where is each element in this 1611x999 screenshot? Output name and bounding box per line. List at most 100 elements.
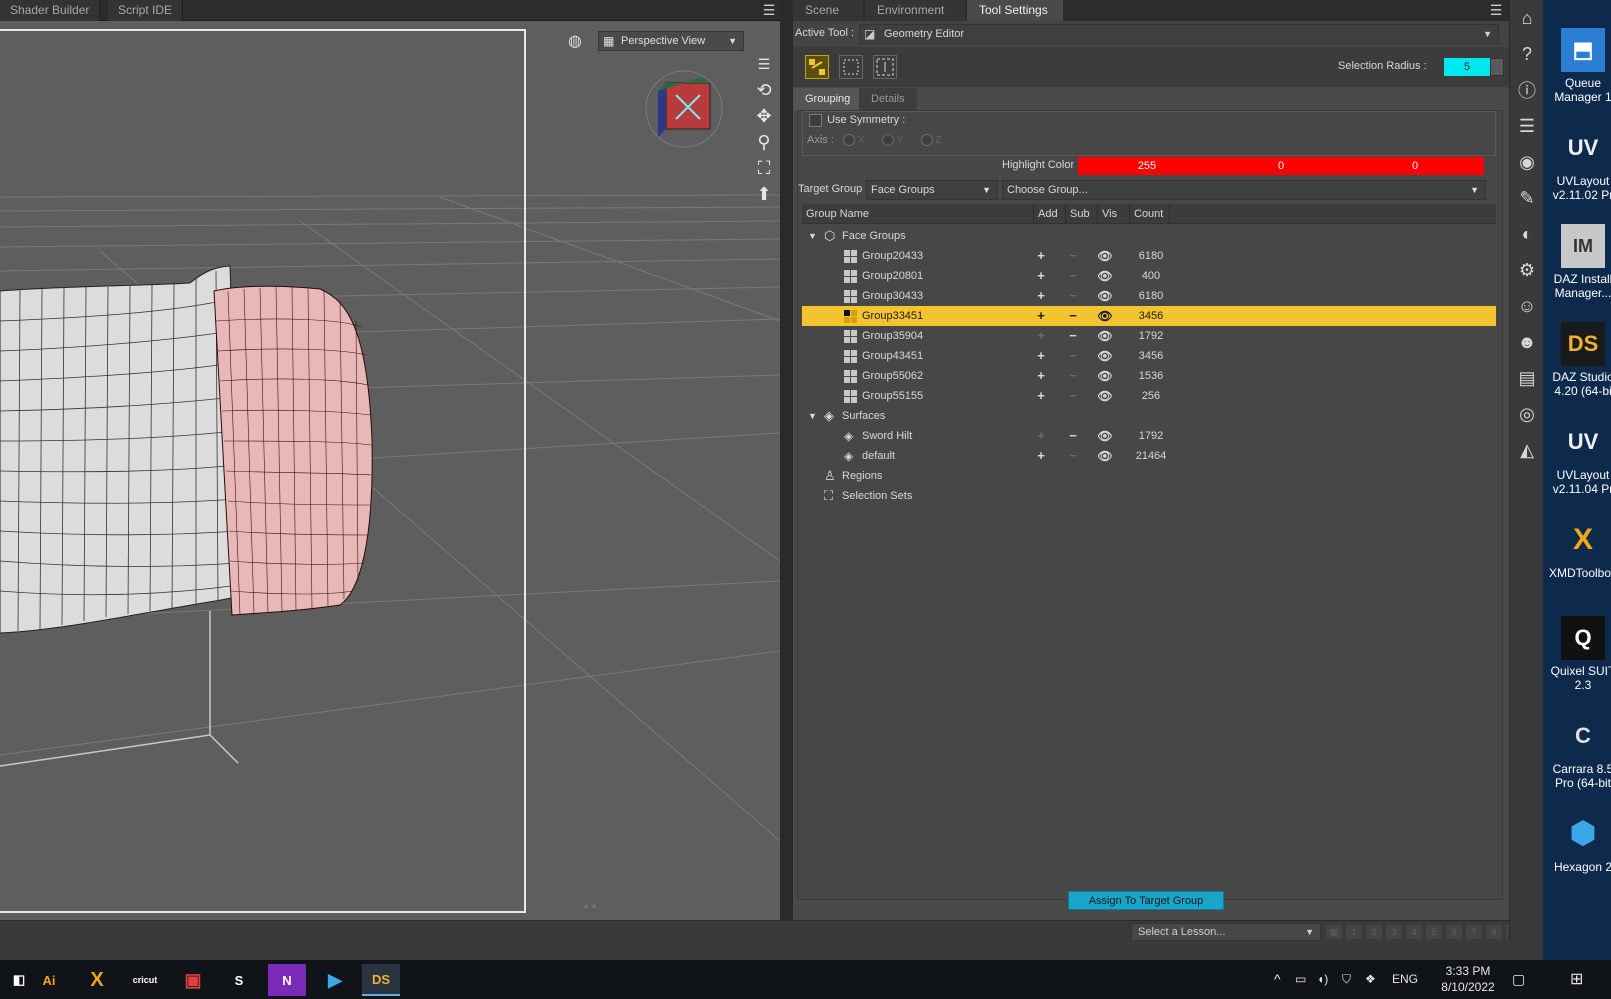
add-icon[interactable]: +: [1026, 386, 1056, 406]
sub-icon[interactable]: −: [1058, 266, 1088, 286]
frame-icon[interactable]: ⛶: [752, 155, 776, 181]
daz-studio-taskbar-icon[interactable]: DS: [362, 964, 400, 996]
view-select[interactable]: ▦ Perspective View ▼: [598, 31, 744, 51]
highlight-green[interactable]: 0: [1212, 157, 1350, 175]
brush-icon[interactable]: ✎: [1510, 180, 1544, 216]
tree-node-selection-sets[interactable]: ⛶ Selection Sets: [802, 486, 1496, 506]
sub-icon[interactable]: −: [1058, 386, 1088, 406]
orbit-icon[interactable]: ⟲: [752, 77, 776, 103]
cricut-icon[interactable]: cricut: [126, 964, 164, 996]
eye-icon[interactable]: 👁: [1090, 266, 1120, 286]
video-app-icon[interactable]: ▶: [316, 964, 354, 996]
assign-to-target-group-button[interactable]: Assign To Target Group: [1068, 891, 1224, 910]
desktop-icon-daz-install-manager[interactable]: IM DAZ Install Manager...: [1543, 224, 1611, 300]
security-icon[interactable]: ⛉: [1342, 960, 1351, 999]
sub-icon[interactable]: −: [1058, 326, 1088, 346]
pane-splitter[interactable]: [780, 0, 793, 920]
add-icon[interactable]: +: [1026, 346, 1056, 366]
eye-icon[interactable]: 👁: [1090, 246, 1120, 266]
posing-icon[interactable]: ☺: [1510, 288, 1544, 324]
axis-z-radio[interactable]: [920, 134, 933, 147]
volume-icon[interactable]: ◖): [1317, 960, 1328, 999]
slider-icon[interactable]: [1490, 58, 1504, 76]
lesson-step-4[interactable]: 4: [1405, 924, 1423, 940]
add-icon[interactable]: +: [1026, 286, 1056, 306]
desktop-icon-queue-manager[interactable]: ⬒ Queue Manager 1: [1543, 28, 1611, 104]
tree-node-surfaces[interactable]: ▼ ◈ Surfaces: [802, 406, 1496, 426]
menu-icon[interactable]: ☰: [760, 1, 778, 19]
eye-icon[interactable]: 👁: [1090, 346, 1120, 366]
clock[interactable]: 3:33 PM 8/10/2022: [1436, 963, 1500, 995]
sub-icon[interactable]: −: [1058, 366, 1088, 386]
menu-icon[interactable]: ☰: [752, 51, 776, 77]
table-row[interactable]: Group35904 + − 👁 1792: [802, 326, 1496, 346]
use-symmetry-checkbox[interactable]: [809, 114, 822, 127]
table-row[interactable]: Group20801 + − 👁 400: [802, 266, 1496, 286]
table-row[interactable]: Group55155 + − 👁 256: [802, 386, 1496, 406]
lesson-step-5[interactable]: 5: [1425, 924, 1443, 940]
tree-node-regions[interactable]: ♙ Regions: [802, 466, 1496, 486]
help-icon[interactable]: ⓘ: [1510, 72, 1544, 108]
tab-script-ide[interactable]: Script IDE: [108, 0, 184, 21]
content-icon[interactable]: ◭: [1510, 432, 1544, 468]
lesson-step-1[interactable]: 1: [1345, 924, 1363, 940]
lesson-select[interactable]: Select a Lesson... ▼: [1131, 923, 1321, 941]
col-group-name[interactable]: Group Name: [802, 204, 1034, 224]
lesson-step-3[interactable]: 3: [1385, 924, 1403, 940]
add-icon[interactable]: +: [1026, 246, 1056, 266]
zoom-icon[interactable]: ⚲: [752, 129, 776, 155]
view-cube[interactable]: [645, 70, 723, 148]
lesson-step-8[interactable]: 8: [1485, 924, 1503, 940]
eye-icon[interactable]: 👁: [1090, 326, 1120, 346]
col-count[interactable]: Count: [1130, 204, 1170, 224]
add-icon[interactable]: +: [1026, 446, 1056, 466]
eye-icon[interactable]: 👁: [1090, 386, 1120, 406]
timeline-icon[interactable]: ▤: [1510, 360, 1544, 396]
tab-tool-settings[interactable]: Tool Settings: [967, 0, 1063, 21]
lasso-select-icon[interactable]: [873, 55, 897, 79]
target-group-select[interactable]: Face Groups ▼: [866, 180, 998, 200]
3d-viewport[interactable]: ◍ ▦ Perspective View ▼ ☰ ⟲ ✥ ⚲ ⛶ ⬆ ▲▲: [0, 21, 780, 920]
table-row[interactable]: ◈ default + − 👁 21464: [802, 446, 1496, 466]
pan-icon[interactable]: ✥: [752, 103, 776, 129]
desktop-icon-hexagon[interactable]: ⬢ Hexagon 2: [1543, 812, 1611, 875]
highlight-red[interactable]: 255: [1078, 157, 1216, 175]
add-icon[interactable]: +: [1026, 426, 1056, 446]
selection-radius-input[interactable]: 5: [1444, 58, 1490, 76]
reset-view-icon[interactable]: ⬆: [752, 181, 776, 207]
col-sub[interactable]: Sub: [1066, 204, 1098, 224]
desktop-icon-uvlayout-2[interactable]: UV UVLayout v2.11.04 Pr: [1543, 420, 1611, 497]
highlight-color-swatch[interactable]: 255 0 0: [1078, 157, 1484, 175]
lesson-step-6[interactable]: 6: [1445, 924, 1463, 940]
onenote-icon[interactable]: N: [268, 964, 306, 996]
sub-icon[interactable]: −: [1058, 346, 1088, 366]
desktop-icon-daz-studio[interactable]: DS DAZ Studio 4.20 (64-bi: [1543, 322, 1611, 398]
sub-icon[interactable]: −: [1058, 306, 1088, 326]
table-row-selected[interactable]: Group33451 + − 👁 3456: [802, 306, 1496, 326]
sub-icon[interactable]: −: [1058, 286, 1088, 306]
windows-start-icon[interactable]: ⊞: [1570, 960, 1583, 999]
desktop-icon-carrara[interactable]: C Carrara 8.5 Pro (64-bit: [1543, 714, 1611, 791]
xmd-taskbar-icon[interactable]: X: [78, 964, 116, 996]
language-indicator[interactable]: ENG: [1392, 960, 1418, 999]
table-row[interactable]: Group30433 + − 👁 6180: [802, 286, 1496, 306]
col-vis[interactable]: Vis: [1098, 204, 1130, 224]
add-icon[interactable]: +: [1026, 306, 1056, 326]
expand-arrow-icon[interactable]: ▼: [808, 226, 817, 246]
tab-environment[interactable]: Environment: [865, 0, 965, 21]
eye-icon[interactable]: 👁: [1090, 446, 1120, 466]
table-row[interactable]: Group43451 + − 👁 3456: [802, 346, 1496, 366]
dropbox-icon[interactable]: ❖: [1365, 960, 1376, 999]
choose-group-select[interactable]: Choose Group... ▼: [1002, 180, 1486, 200]
table-row[interactable]: Group20433 + − 👁 6180: [802, 246, 1496, 266]
col-add[interactable]: Add: [1034, 204, 1066, 224]
tab-details[interactable]: Details: [859, 88, 917, 110]
tab-scene[interactable]: Scene: [793, 0, 863, 21]
desktop-icon-uvlayout-1[interactable]: UV UVLayout v2.11.02 Pr: [1543, 126, 1611, 203]
table-row[interactable]: ◈ Sword Hilt + − 👁 1792: [802, 426, 1496, 446]
illustrator-icon[interactable]: Ai: [30, 964, 68, 996]
add-icon[interactable]: +: [1026, 266, 1056, 286]
eye-icon[interactable]: 👁: [1090, 426, 1120, 446]
parameters-icon[interactable]: ⚙: [1510, 252, 1544, 288]
help-pointer-icon[interactable]: ?: [1510, 36, 1544, 72]
